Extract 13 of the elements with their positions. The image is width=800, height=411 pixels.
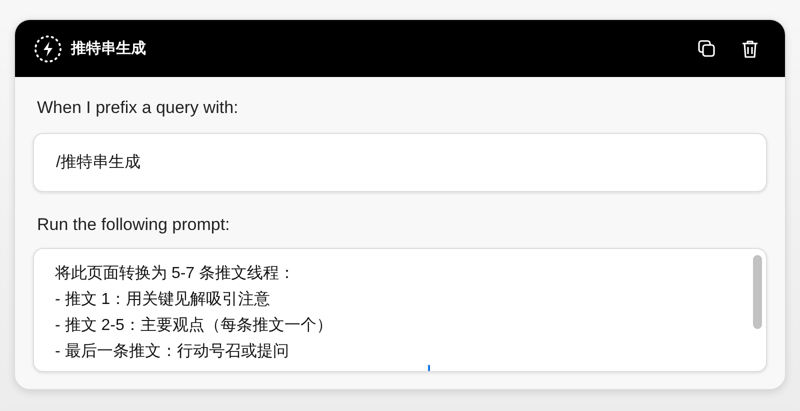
scrollbar-thumb[interactable] [753, 255, 762, 329]
prompt-label: Run the following prompt: [37, 215, 231, 236]
copy-icon[interactable] [697, 38, 717, 58]
prompt-line: - 最后一条推文：行动号召或提问 [55, 342, 289, 362]
prompt-field[interactable]: 将此页面转换为 5-7 条推文线程： - 推文 1：用关键见解吸引注意 - 推文 2-5：主要观点（每条推文一个） - 最后一条推文：行动号召或提问 [33, 248, 767, 372]
prompt-line: 将此页面转换为 5-7 条推文线程： [55, 264, 296, 284]
command-title: 推特串生成 [71, 39, 147, 58]
prefix-label: When I prefix a query with: [37, 98, 240, 119]
prompt-line: - 推文 1：用关键见解吸引注意 [55, 290, 270, 310]
prompt-line: - 推文 2-5：主要观点（每条推文一个） [55, 316, 332, 336]
trash-icon[interactable] [741, 38, 759, 58]
lightning-icon [33, 34, 63, 64]
prefix-field[interactable]: /推特串生成 [33, 133, 767, 192]
